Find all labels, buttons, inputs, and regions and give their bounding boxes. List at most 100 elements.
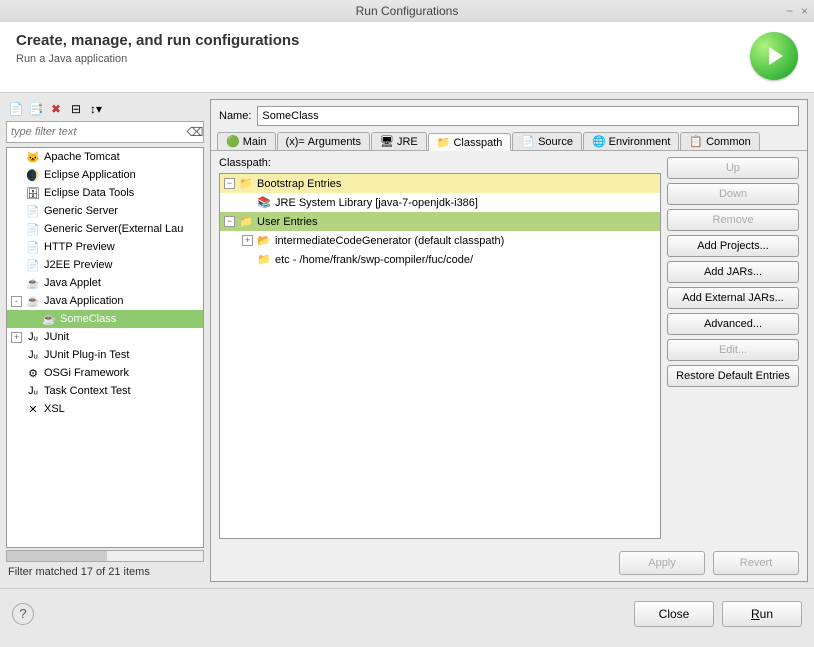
- tree-item-java-applet[interactable]: ☕Java Applet: [7, 274, 203, 292]
- config-tree[interactable]: 🐱Apache Tomcat🌒Eclipse Application🗄Eclip…: [6, 147, 204, 548]
- left-panel: 📄 📑 ✖ ⊟ ↕▾ ⌫ 🐱Apache Tomcat🌒Eclipse Appl…: [6, 99, 204, 582]
- horizontal-scrollbar[interactable]: [6, 550, 204, 562]
- expand-icon: [11, 350, 22, 361]
- restore-default-entries-button[interactable]: Restore Default Entries: [667, 365, 799, 387]
- config-type-icon: 📄: [25, 205, 41, 218]
- header-subtitle: Run a Java application: [16, 53, 750, 65]
- tree-item-java-application[interactable]: -☕Java Application: [7, 292, 203, 310]
- tab-environment[interactable]: 🌐Environment: [583, 132, 679, 150]
- tree-item-xsl[interactable]: ✕XSL: [7, 400, 203, 418]
- config-type-icon: ☕: [25, 295, 41, 308]
- filter-status: Filter matched 17 of 21 items: [6, 562, 204, 582]
- clear-filter-icon[interactable]: ⌫: [187, 124, 203, 140]
- add-external-jars--button[interactable]: Add External JARs...: [667, 287, 799, 309]
- filter-menu-icon[interactable]: ↕▾: [88, 101, 104, 117]
- tree-item-label: Java Applet: [44, 277, 101, 289]
- filter-input[interactable]: [7, 126, 187, 138]
- tree-item-generic-server[interactable]: 📄Generic Server: [7, 202, 203, 220]
- user-child-1[interactable]: 📁 etc - /home/frank/swp-compiler/fuc/cod…: [220, 250, 660, 269]
- config-type-icon: 🐱: [25, 151, 41, 164]
- tab-icon: (x)=: [286, 136, 305, 148]
- tree-item-label: XSL: [44, 403, 65, 415]
- close-button[interactable]: Close: [634, 601, 714, 627]
- help-icon[interactable]: ?: [12, 603, 34, 625]
- edit--button[interactable]: Edit...: [667, 339, 799, 361]
- minimize-icon[interactable]: −: [786, 4, 793, 18]
- expand-icon[interactable]: -: [11, 296, 22, 307]
- tree-item-j2ee-preview[interactable]: 📄J2EE Preview: [7, 256, 203, 274]
- add-projects--button[interactable]: Add Projects...: [667, 235, 799, 257]
- user-child-0[interactable]: +📂 intermediateCodeGenerator (default cl…: [220, 231, 660, 250]
- project-icon: 📂: [256, 234, 272, 247]
- classpath-buttons: Up Down Remove Add Projects... Add JARs... Ad…: [667, 157, 799, 539]
- expand-icon[interactable]: +: [11, 332, 22, 343]
- tab-jre[interactable]: 🖥JRE: [371, 132, 427, 150]
- tree-item-junit-plug-in-test[interactable]: JᵤJUnit Plug-in Test: [7, 346, 203, 364]
- config-type-icon: Jᵤ: [25, 385, 41, 397]
- close-icon[interactable]: ×: [801, 4, 808, 18]
- expand-icon: [11, 242, 22, 253]
- tree-item-label: Apache Tomcat: [44, 151, 120, 163]
- name-label: Name:: [219, 110, 251, 122]
- folder-icon: 📁: [238, 177, 254, 190]
- tree-item-apache-tomcat[interactable]: 🐱Apache Tomcat: [7, 148, 203, 166]
- new-config-icon[interactable]: 📄: [8, 101, 24, 117]
- tree-item-label: SomeClass: [60, 313, 116, 325]
- library-icon: 📚: [256, 196, 272, 209]
- config-type-icon: 🌒: [25, 169, 41, 182]
- footer: ? Close Run: [0, 588, 814, 638]
- tree-item-label: Generic Server: [44, 205, 118, 217]
- name-input[interactable]: [257, 106, 799, 126]
- tab-icon: 📄: [521, 135, 535, 148]
- classpath-label: Classpath:: [219, 157, 661, 169]
- header: Create, manage, and run configurations R…: [0, 22, 814, 93]
- tree-item-generic-server-external-lau[interactable]: 📄Generic Server(External Lau: [7, 220, 203, 238]
- tree-item-task-context-test[interactable]: JᵤTask Context Test: [7, 382, 203, 400]
- config-type-icon: Jᵤ: [25, 331, 41, 343]
- tree-item-eclipse-data-tools[interactable]: 🗄Eclipse Data Tools: [7, 184, 203, 202]
- expand-icon: [11, 260, 22, 271]
- config-type-icon: 🗄: [25, 187, 41, 200]
- expand-icon: [11, 152, 22, 163]
- tree-item-label: Java Application: [44, 295, 124, 307]
- revert-button[interactable]: Revert: [713, 551, 799, 575]
- expand-icon: [27, 314, 38, 325]
- tab-icon: 🖥: [380, 135, 394, 148]
- filter-box[interactable]: ⌫: [6, 121, 204, 143]
- tab-icon: 🟢: [226, 135, 240, 148]
- window-title: Run Configurations: [356, 4, 459, 18]
- remove-button[interactable]: Remove: [667, 209, 799, 231]
- down-button[interactable]: Down: [667, 183, 799, 205]
- run-button[interactable]: Run: [722, 601, 802, 627]
- delete-config-icon[interactable]: ✖: [48, 101, 64, 117]
- tree-item-http-preview[interactable]: 📄HTTP Preview: [7, 238, 203, 256]
- tree-item-osgi-framework[interactable]: ⚙OSGi Framework: [7, 364, 203, 382]
- folder-icon: 📁: [238, 215, 254, 228]
- collapse-all-icon[interactable]: ⊟: [68, 101, 84, 117]
- classpath-tree[interactable]: −📁 Bootstrap Entries 📚 JRE System Librar…: [219, 173, 661, 539]
- tree-item-label: Generic Server(External Lau: [44, 223, 183, 235]
- tree-item-junit[interactable]: +JᵤJUnit: [7, 328, 203, 346]
- tree-item-someclass[interactable]: ☕SomeClass: [7, 310, 203, 328]
- apply-button[interactable]: Apply: [619, 551, 705, 575]
- tree-item-eclipse-application[interactable]: 🌒Eclipse Application: [7, 166, 203, 184]
- duplicate-config-icon[interactable]: 📑: [28, 101, 44, 117]
- config-type-icon: 📄: [25, 259, 41, 272]
- bootstrap-entries[interactable]: −📁 Bootstrap Entries: [220, 174, 660, 193]
- tree-item-label: Eclipse Application: [44, 169, 136, 181]
- config-type-icon: 📄: [25, 241, 41, 254]
- tab-common[interactable]: 📋Common: [680, 132, 759, 150]
- tab-arguments[interactable]: (x)=Arguments: [277, 132, 370, 150]
- up-button[interactable]: Up: [667, 157, 799, 179]
- bootstrap-child[interactable]: 📚 JRE System Library [java-7-openjdk-i38…: [220, 193, 660, 212]
- tab-source[interactable]: 📄Source: [512, 132, 582, 150]
- user-entries[interactable]: −📁 User Entries: [220, 212, 660, 231]
- add-jars--button[interactable]: Add JARs...: [667, 261, 799, 283]
- config-type-icon: ⚙: [25, 367, 41, 380]
- advanced--button[interactable]: Advanced...: [667, 313, 799, 335]
- tab-classpath[interactable]: 📁Classpath: [428, 133, 512, 151]
- folder-icon: 📁: [256, 253, 272, 266]
- tab-bar: 🟢Main(x)=Arguments🖥JRE📁Classpath📄Source🌐…: [211, 132, 807, 151]
- tab-main[interactable]: 🟢Main: [217, 132, 276, 150]
- config-type-icon: Jᵤ: [25, 349, 41, 361]
